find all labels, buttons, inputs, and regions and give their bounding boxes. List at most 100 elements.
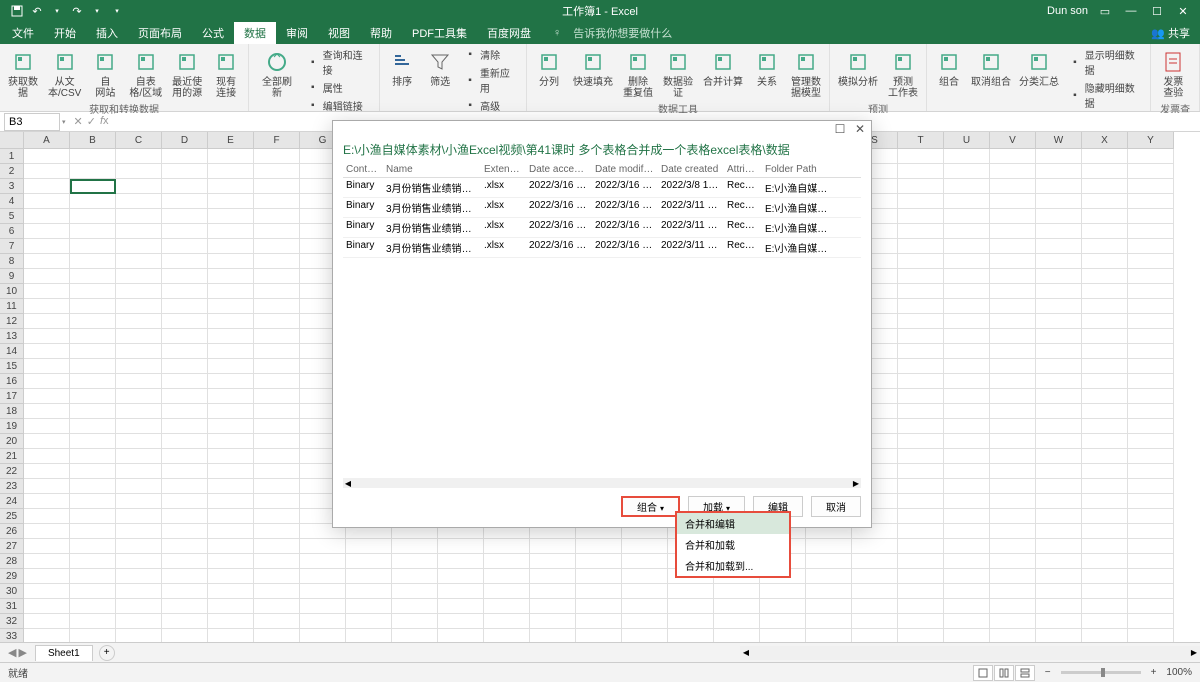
cell[interactable]: [208, 539, 254, 554]
col-date-created[interactable]: Date created: [658, 162, 724, 177]
cell[interactable]: [162, 584, 208, 599]
cell[interactable]: [70, 299, 116, 314]
cell[interactable]: [208, 464, 254, 479]
cell[interactable]: [1082, 314, 1128, 329]
cell[interactable]: [484, 539, 530, 554]
cell[interactable]: [484, 554, 530, 569]
cell[interactable]: [116, 434, 162, 449]
cell[interactable]: [1036, 494, 1082, 509]
col-header[interactable]: V: [990, 132, 1036, 149]
cell[interactable]: [70, 254, 116, 269]
col-date-modified[interactable]: Date modified: [592, 162, 658, 177]
cell[interactable]: [70, 164, 116, 179]
cell[interactable]: [254, 194, 300, 209]
cell[interactable]: [1128, 509, 1174, 524]
cell[interactable]: [24, 554, 70, 569]
cell[interactable]: [1128, 479, 1174, 494]
cell[interactable]: [1128, 524, 1174, 539]
cell[interactable]: [208, 194, 254, 209]
cell[interactable]: [162, 509, 208, 524]
cell[interactable]: [1082, 434, 1128, 449]
cell[interactable]: [1036, 614, 1082, 629]
cell[interactable]: [898, 419, 944, 434]
cell[interactable]: [760, 584, 806, 599]
cell[interactable]: [438, 614, 484, 629]
cell[interactable]: [162, 374, 208, 389]
refresh-all-button[interactable]: 全部刷新: [253, 46, 301, 114]
scroll-left-icon[interactable]: ◀: [740, 648, 752, 657]
cell[interactable]: [70, 524, 116, 539]
cell[interactable]: [944, 464, 990, 479]
cell[interactable]: [1036, 434, 1082, 449]
cell[interactable]: [944, 164, 990, 179]
cell[interactable]: [70, 584, 116, 599]
table-row[interactable]: Binary3月份销售业绩销售三组.xlsx.xlsx2022/3/16 15:…: [343, 198, 861, 218]
cell[interactable]: [70, 614, 116, 629]
row-header[interactable]: 20: [0, 434, 24, 449]
cell[interactable]: [116, 269, 162, 284]
cell[interactable]: [208, 404, 254, 419]
cell[interactable]: [208, 509, 254, 524]
cell[interactable]: [944, 374, 990, 389]
combine-and-edit-item[interactable]: 合并和编辑: [677, 513, 789, 534]
cell[interactable]: [70, 179, 116, 194]
cell[interactable]: [24, 359, 70, 374]
cell[interactable]: [1036, 629, 1082, 642]
tellme-prompt[interactable]: 告诉我你想要做什么: [561, 25, 672, 41]
cell[interactable]: [254, 209, 300, 224]
cell[interactable]: [1128, 404, 1174, 419]
cell[interactable]: [254, 224, 300, 239]
cell[interactable]: [990, 284, 1036, 299]
cell[interactable]: [1036, 254, 1082, 269]
table-row[interactable]: Binary3月份销售业绩销售一组.xlsx.xlsx2022/3/16 15:…: [343, 178, 861, 198]
cell[interactable]: [208, 599, 254, 614]
col-header[interactable]: D: [162, 132, 208, 149]
namebox-dropdown-icon[interactable]: ▾: [60, 118, 68, 126]
filter-button[interactable]: 筛选: [422, 46, 458, 114]
cell[interactable]: [898, 614, 944, 629]
cell[interactable]: [208, 254, 254, 269]
cell[interactable]: [990, 539, 1036, 554]
cell[interactable]: [300, 569, 346, 584]
cell[interactable]: [162, 284, 208, 299]
cell[interactable]: [1036, 164, 1082, 179]
col-date-accessed[interactable]: Date accessed: [526, 162, 592, 177]
cell[interactable]: [162, 419, 208, 434]
cell[interactable]: [70, 224, 116, 239]
combine-and-load-item[interactable]: 合并和加载: [677, 534, 789, 555]
select-all-corner[interactable]: [0, 132, 24, 149]
col-header[interactable]: U: [944, 132, 990, 149]
cell[interactable]: [898, 599, 944, 614]
ribbon-options-icon[interactable]: ▭: [1096, 2, 1114, 20]
cell[interactable]: [990, 524, 1036, 539]
filter-side-0[interactable]: ▪清除: [460, 46, 522, 63]
cell[interactable]: [1082, 389, 1128, 404]
cell[interactable]: [116, 224, 162, 239]
cell[interactable]: [622, 539, 668, 554]
cell[interactable]: [438, 554, 484, 569]
cell[interactable]: [990, 449, 1036, 464]
cell[interactable]: [208, 239, 254, 254]
cell[interactable]: [116, 329, 162, 344]
cell[interactable]: [990, 464, 1036, 479]
cell[interactable]: [852, 629, 898, 642]
cell[interactable]: [24, 479, 70, 494]
cell[interactable]: [116, 494, 162, 509]
cell[interactable]: [1128, 299, 1174, 314]
cell[interactable]: [162, 524, 208, 539]
cell[interactable]: [484, 569, 530, 584]
cell[interactable]: [944, 404, 990, 419]
cell[interactable]: [116, 524, 162, 539]
cell[interactable]: [1128, 629, 1174, 642]
cell[interactable]: [1128, 554, 1174, 569]
cell[interactable]: [806, 614, 852, 629]
cell[interactable]: [254, 449, 300, 464]
cell[interactable]: [162, 209, 208, 224]
menu-tab-6[interactable]: 审阅: [276, 22, 318, 44]
row-header[interactable]: 27: [0, 539, 24, 554]
cell[interactable]: [392, 599, 438, 614]
cell[interactable]: [208, 314, 254, 329]
cell[interactable]: [576, 539, 622, 554]
cell[interactable]: [1128, 494, 1174, 509]
cell[interactable]: [346, 584, 392, 599]
